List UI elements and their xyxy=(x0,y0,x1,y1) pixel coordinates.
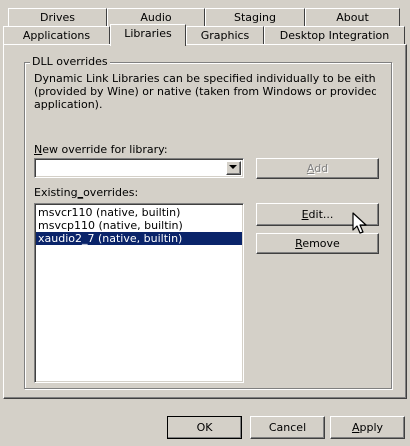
tab-drives[interactable]: Drives xyxy=(8,8,107,26)
dropdown-button[interactable] xyxy=(226,161,241,175)
add-button[interactable]: Add xyxy=(256,158,379,179)
tab-about[interactable]: About xyxy=(305,8,400,26)
tab-label: Drives xyxy=(39,11,76,24)
new-override-combobox[interactable] xyxy=(34,158,244,178)
description-line: (provided by Wine) or native (taken from… xyxy=(34,85,376,98)
list-item[interactable]: msvcr110 (native, builtin) xyxy=(36,206,242,219)
new-override-label: New override for library: xyxy=(34,143,168,156)
tab-label: About xyxy=(336,11,369,24)
cancel-button[interactable]: Cancel xyxy=(250,416,325,439)
group-description: Dynamic Link Libraries can be specified … xyxy=(34,72,376,114)
description-line: application). xyxy=(34,98,103,111)
tab-label: Applications xyxy=(22,29,91,42)
existing-overrides-list[interactable]: msvcr110 (native, builtin) msvcp110 (nat… xyxy=(34,203,244,383)
tab-desktop-integration[interactable]: Desktop Integration xyxy=(264,26,405,44)
group-title: DLL overrides xyxy=(30,55,110,68)
tab-label: Desktop Integration xyxy=(279,29,390,42)
apply-button[interactable]: Apply xyxy=(330,416,405,439)
list-item[interactable]: msvcp110 (native, builtin) xyxy=(36,219,242,232)
remove-button[interactable]: Remove xyxy=(256,233,379,254)
ok-button[interactable]: OK xyxy=(167,416,242,439)
tab-staging[interactable]: Staging xyxy=(205,8,305,26)
tab-applications[interactable]: Applications xyxy=(3,26,110,44)
tab-label: Libraries xyxy=(124,27,172,40)
mouse-pointer-icon xyxy=(352,212,367,234)
list-item[interactable]: xaudio2_7 (native, builtin) xyxy=(36,232,242,245)
tab-graphics[interactable]: Graphics xyxy=(186,26,264,44)
tab-libraries[interactable]: Libraries xyxy=(110,24,186,46)
tab-label: Graphics xyxy=(200,29,250,42)
arrow-down-icon xyxy=(229,165,237,169)
tab-label: Audio xyxy=(140,11,172,24)
existing-overrides-label: Existing_overrides: xyxy=(34,186,139,199)
tab-label: Staging xyxy=(233,11,277,24)
description-line: Dynamic Link Libraries can be specified … xyxy=(34,72,376,85)
